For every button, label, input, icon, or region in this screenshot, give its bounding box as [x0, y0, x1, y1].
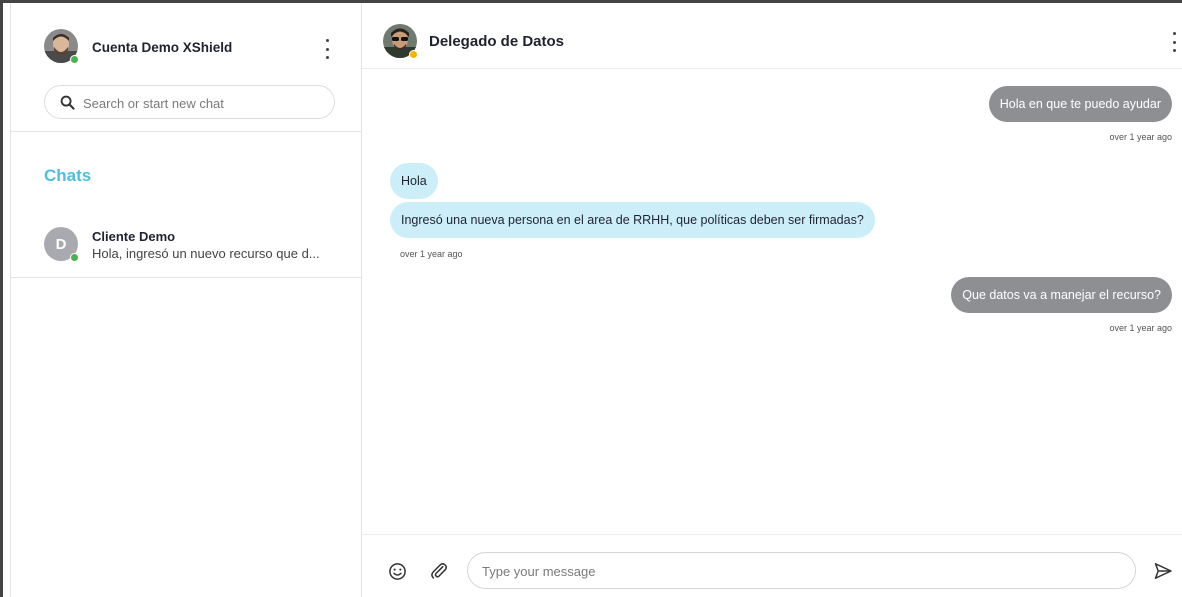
message-timestamp: over 1 year ago: [400, 249, 463, 259]
chat-avatar: D: [44, 227, 79, 262]
account-name: Cuenta Demo XShield: [92, 40, 233, 55]
conversation-menu-icon[interactable]: [1171, 32, 1177, 52]
sidebar-header: Cuenta Demo XShield: [11, 3, 361, 79]
chat-list-divider: [11, 277, 361, 278]
chat-app: Cuenta Demo XShield Chats D Cliente Demo…: [10, 3, 1182, 597]
incoming-message: Ingresó una nueva persona en el area de …: [390, 202, 875, 238]
paperclip-icon[interactable]: [429, 561, 448, 580]
message-list: Hola en que te puedo ayudar over 1 year …: [362, 69, 1182, 534]
emoji-icon[interactable]: [388, 562, 407, 581]
incoming-message: Hola: [390, 163, 438, 199]
conversation-pane: Delegado de Datos Hola en que te puedo a…: [362, 3, 1182, 597]
online-status-dot: [70, 253, 79, 262]
conversation-header: Delegado de Datos: [362, 3, 1182, 69]
chat-avatar-initial: D: [55, 235, 67, 253]
outgoing-message: Que datos va a manejar el recurso?: [951, 277, 1172, 313]
message-timestamp: over 1 year ago: [1109, 132, 1172, 142]
contact-avatar[interactable]: [383, 24, 418, 59]
search-box[interactable]: [44, 85, 335, 119]
outgoing-message: Hola en que te puedo ayudar: [988, 86, 1172, 122]
chat-last-message: Hola, ingresó un nuevo recurso que d...: [92, 246, 320, 261]
search-input[interactable]: [83, 92, 323, 114]
conversation-title: Delegado de Datos: [429, 33, 565, 50]
message-timestamp: over 1 year ago: [1109, 323, 1172, 333]
sidebar: Cuenta Demo XShield Chats D Cliente Demo…: [10, 3, 362, 597]
send-icon[interactable]: [1153, 561, 1173, 581]
chat-list-item[interactable]: D Cliente Demo Hola, ingresó un nuevo re…: [11, 213, 361, 277]
sidebar-menu-icon[interactable]: [324, 39, 330, 59]
chats-heading: Chats: [44, 166, 92, 185]
search-icon: [60, 95, 75, 110]
away-status-dot: [409, 50, 418, 59]
chat-contact-name: Cliente Demo: [92, 229, 176, 244]
message-composer: [362, 534, 1182, 597]
message-input[interactable]: [482, 561, 1102, 581]
account-avatar[interactable]: [44, 29, 79, 64]
online-status-dot: [70, 55, 79, 64]
sidebar-divider: [11, 131, 361, 132]
message-input-box[interactable]: [467, 552, 1136, 589]
